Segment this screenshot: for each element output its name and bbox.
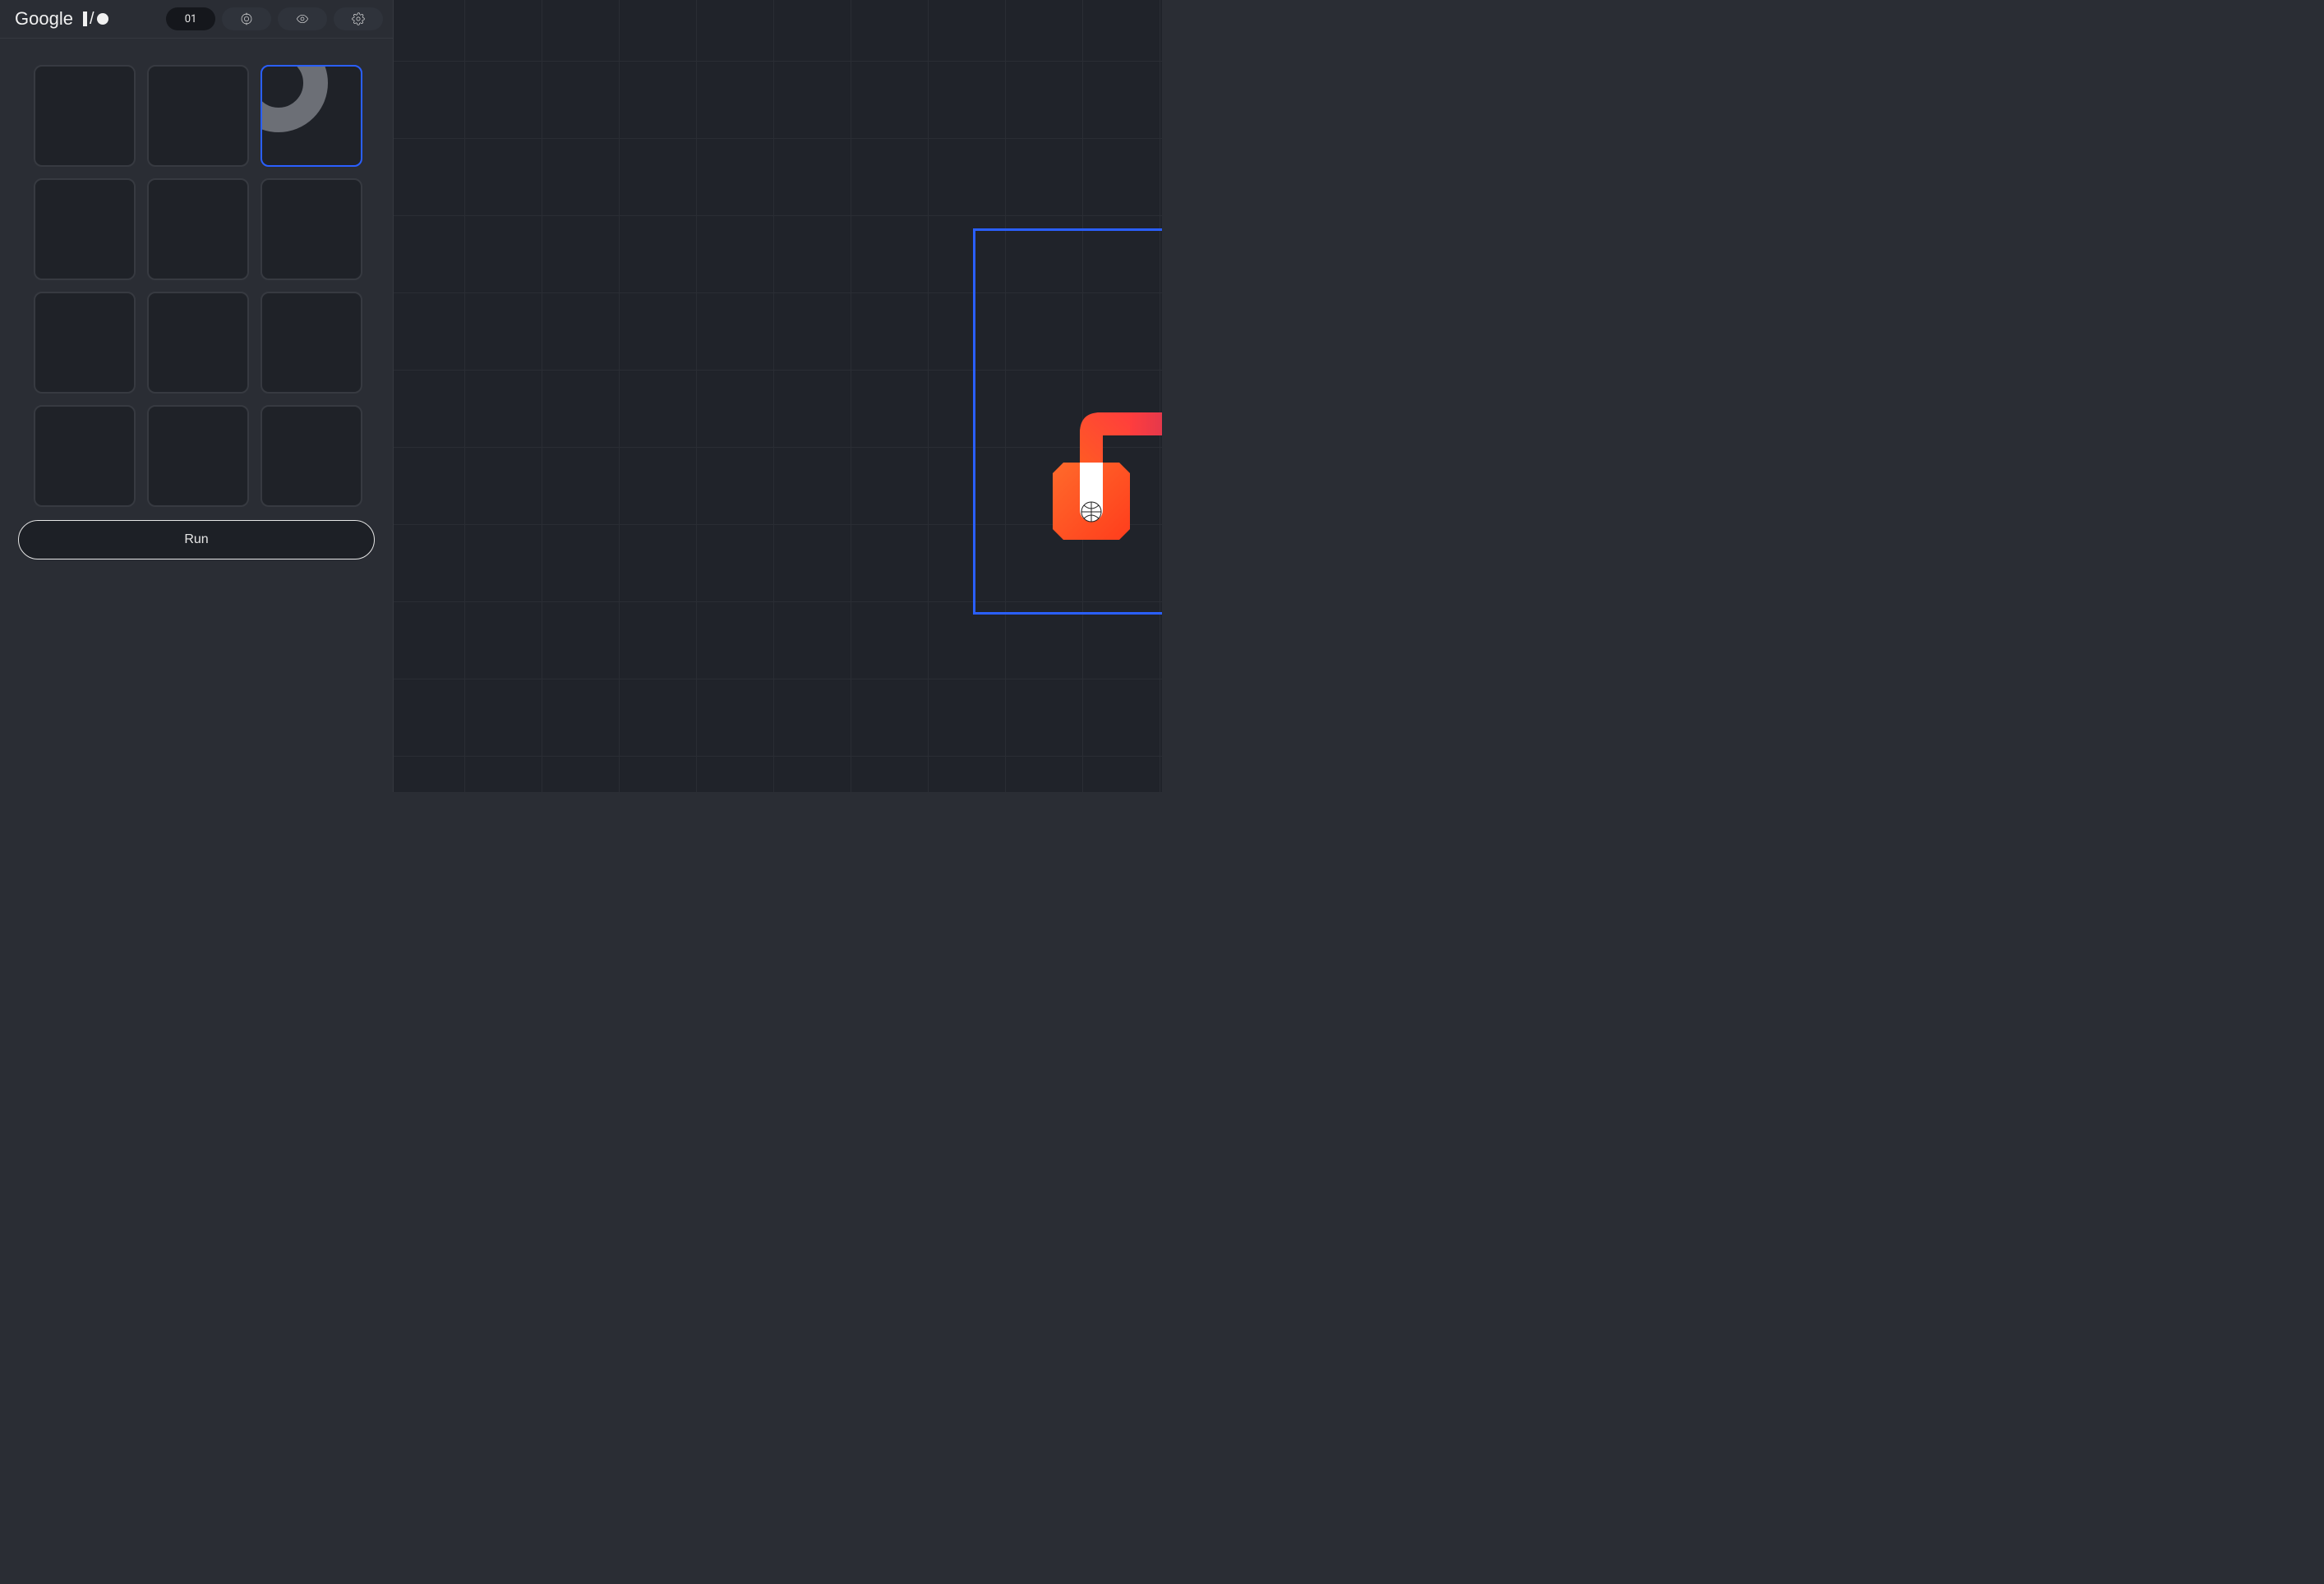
gear-icon [352, 12, 365, 25]
app-root: Google / 01 [0, 0, 1162, 792]
target-icon [240, 12, 253, 25]
preview-button[interactable] [278, 7, 327, 30]
palette-tile[interactable] [147, 65, 249, 167]
palette-tile[interactable] [147, 292, 249, 394]
path-straight-tile [1130, 385, 1162, 463]
logo-text: Google [15, 8, 73, 30]
tile-grid [26, 65, 367, 504]
palette-tile[interactable] [261, 178, 362, 280]
ball-start-tile [1053, 463, 1130, 540]
palette-tile[interactable] [261, 405, 362, 507]
canvas[interactable] [394, 0, 1162, 792]
playfield[interactable] [973, 228, 1162, 615]
palette-tile[interactable] [34, 178, 136, 280]
tile-palette [0, 39, 393, 504]
run-wrap: Run [0, 504, 393, 576]
palette-tile[interactable] [34, 292, 136, 394]
logo-io-icon: / [83, 10, 108, 29]
logo: Google / [15, 8, 108, 30]
settings-button[interactable] [334, 7, 383, 30]
path-curve-tile [1053, 385, 1130, 463]
palette-tile[interactable] [147, 405, 249, 507]
topbar-pills: 01 [166, 7, 383, 30]
sidebar: Google / 01 [0, 0, 394, 792]
palette-tile[interactable] [34, 65, 136, 167]
level-pill[interactable]: 01 [166, 7, 215, 30]
level-label: 01 [185, 13, 197, 25]
topbar: Google / 01 [0, 0, 393, 39]
run-button[interactable]: Run [18, 520, 375, 559]
palette-tile[interactable] [261, 292, 362, 394]
palette-tile[interactable] [261, 65, 362, 167]
eye-icon [296, 12, 309, 25]
palette-tile[interactable] [34, 405, 136, 507]
hint-button[interactable] [222, 7, 271, 30]
palette-tile[interactable] [147, 178, 249, 280]
curve-thumb-icon [261, 65, 328, 132]
run-label: Run [184, 532, 208, 546]
